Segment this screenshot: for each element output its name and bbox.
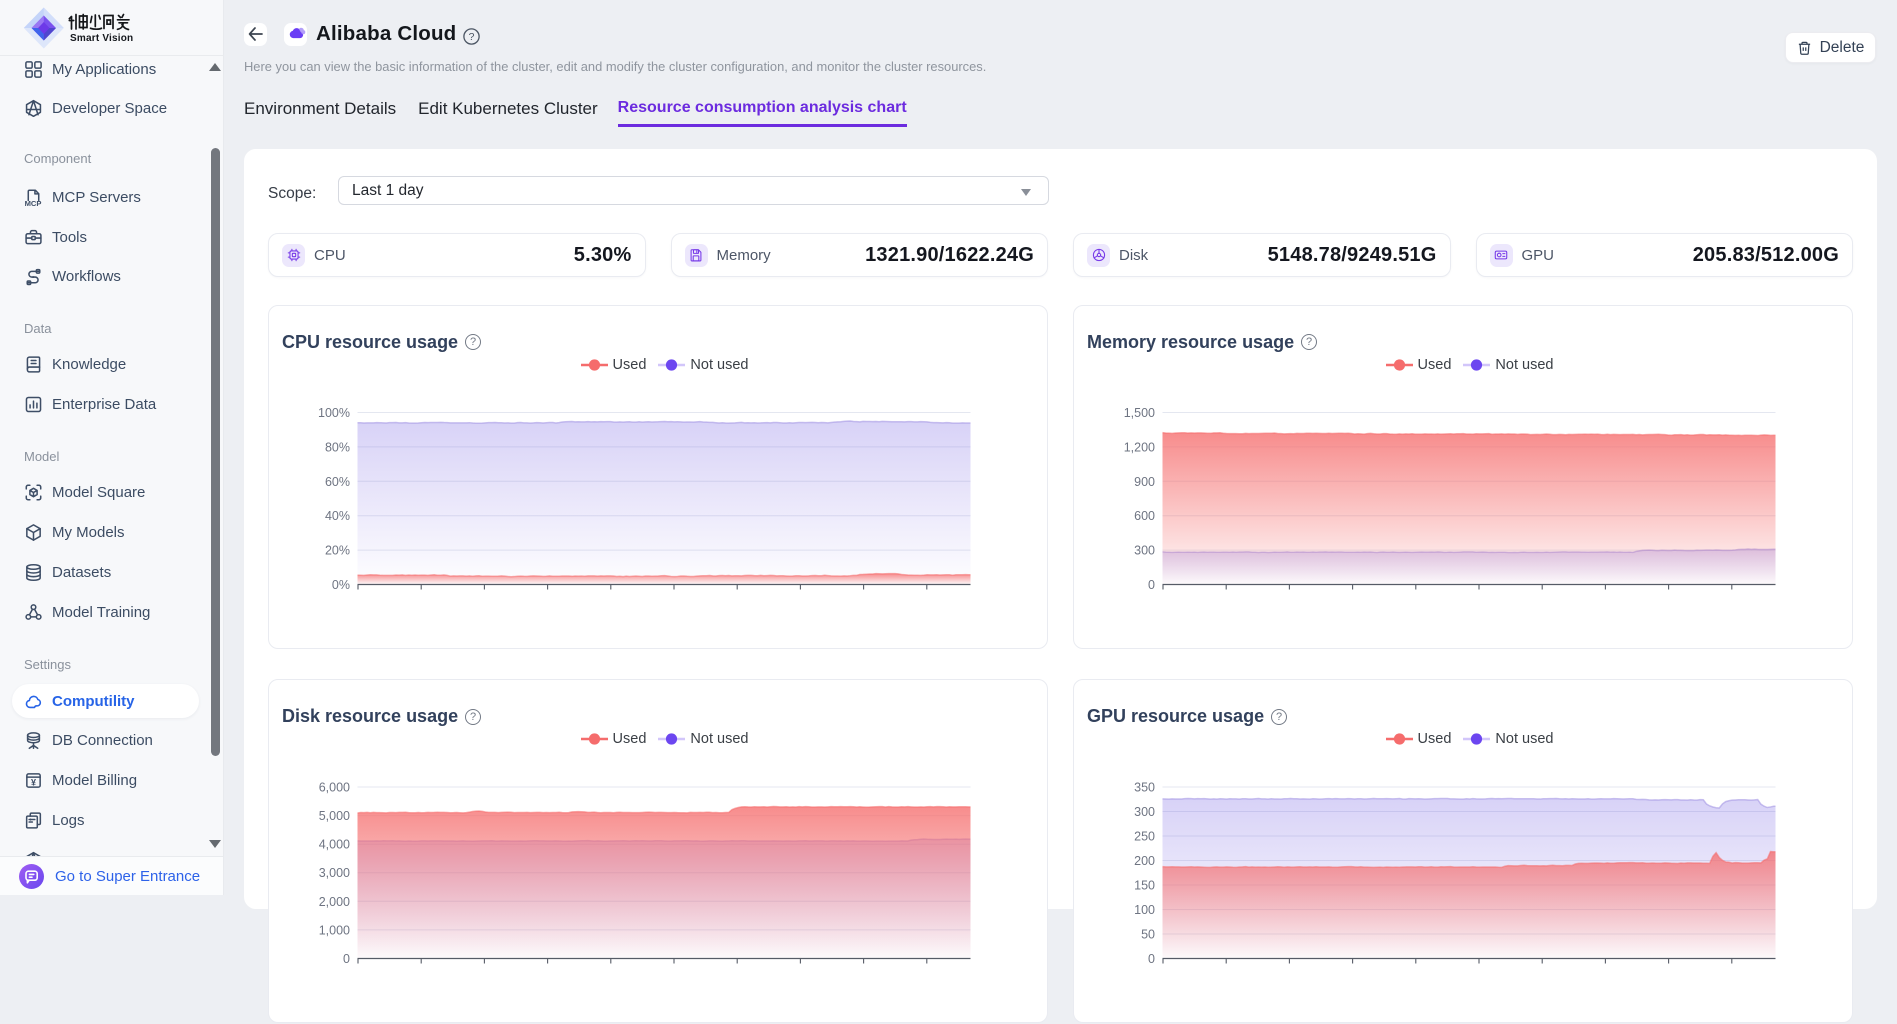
svg-text:300: 300 <box>1134 805 1155 819</box>
svg-text:Smart Vision: Smart Vision <box>70 33 133 44</box>
svg-text:200: 200 <box>1134 854 1155 868</box>
svg-text:1,000: 1,000 <box>319 923 350 937</box>
svg-text:MCP: MCP <box>25 198 42 206</box>
svg-text:1,200: 1,200 <box>1124 440 1155 454</box>
svg-text:5,000: 5,000 <box>319 809 350 823</box>
svg-text:900: 900 <box>1134 474 1155 488</box>
svg-text:?: ? <box>469 31 475 43</box>
svg-text:50: 50 <box>1141 928 1155 942</box>
svg-text:4,000: 4,000 <box>319 838 350 852</box>
svg-text:6,000: 6,000 <box>319 781 350 795</box>
svg-text:150: 150 <box>1134 879 1155 893</box>
svg-text:350: 350 <box>1134 781 1155 795</box>
svg-text:100%: 100% <box>318 406 350 420</box>
svg-text:20%: 20% <box>325 543 350 557</box>
svg-text:0: 0 <box>1148 952 1155 966</box>
svg-text:0%: 0% <box>332 578 350 592</box>
svg-text:¥: ¥ <box>31 777 36 787</box>
svg-text:0: 0 <box>1148 578 1155 592</box>
svg-text:1,500: 1,500 <box>1124 406 1155 420</box>
svg-text:0: 0 <box>343 952 350 966</box>
svg-text:60%: 60% <box>325 474 350 488</box>
svg-text:250: 250 <box>1134 830 1155 844</box>
svg-text:3,000: 3,000 <box>319 866 350 880</box>
svg-text:600: 600 <box>1134 509 1155 523</box>
svg-text:80%: 80% <box>325 440 350 454</box>
svg-text:100: 100 <box>1134 903 1155 917</box>
svg-text:40%: 40% <box>325 509 350 523</box>
svg-text:300: 300 <box>1134 543 1155 557</box>
svg-text:2,000: 2,000 <box>319 895 350 909</box>
